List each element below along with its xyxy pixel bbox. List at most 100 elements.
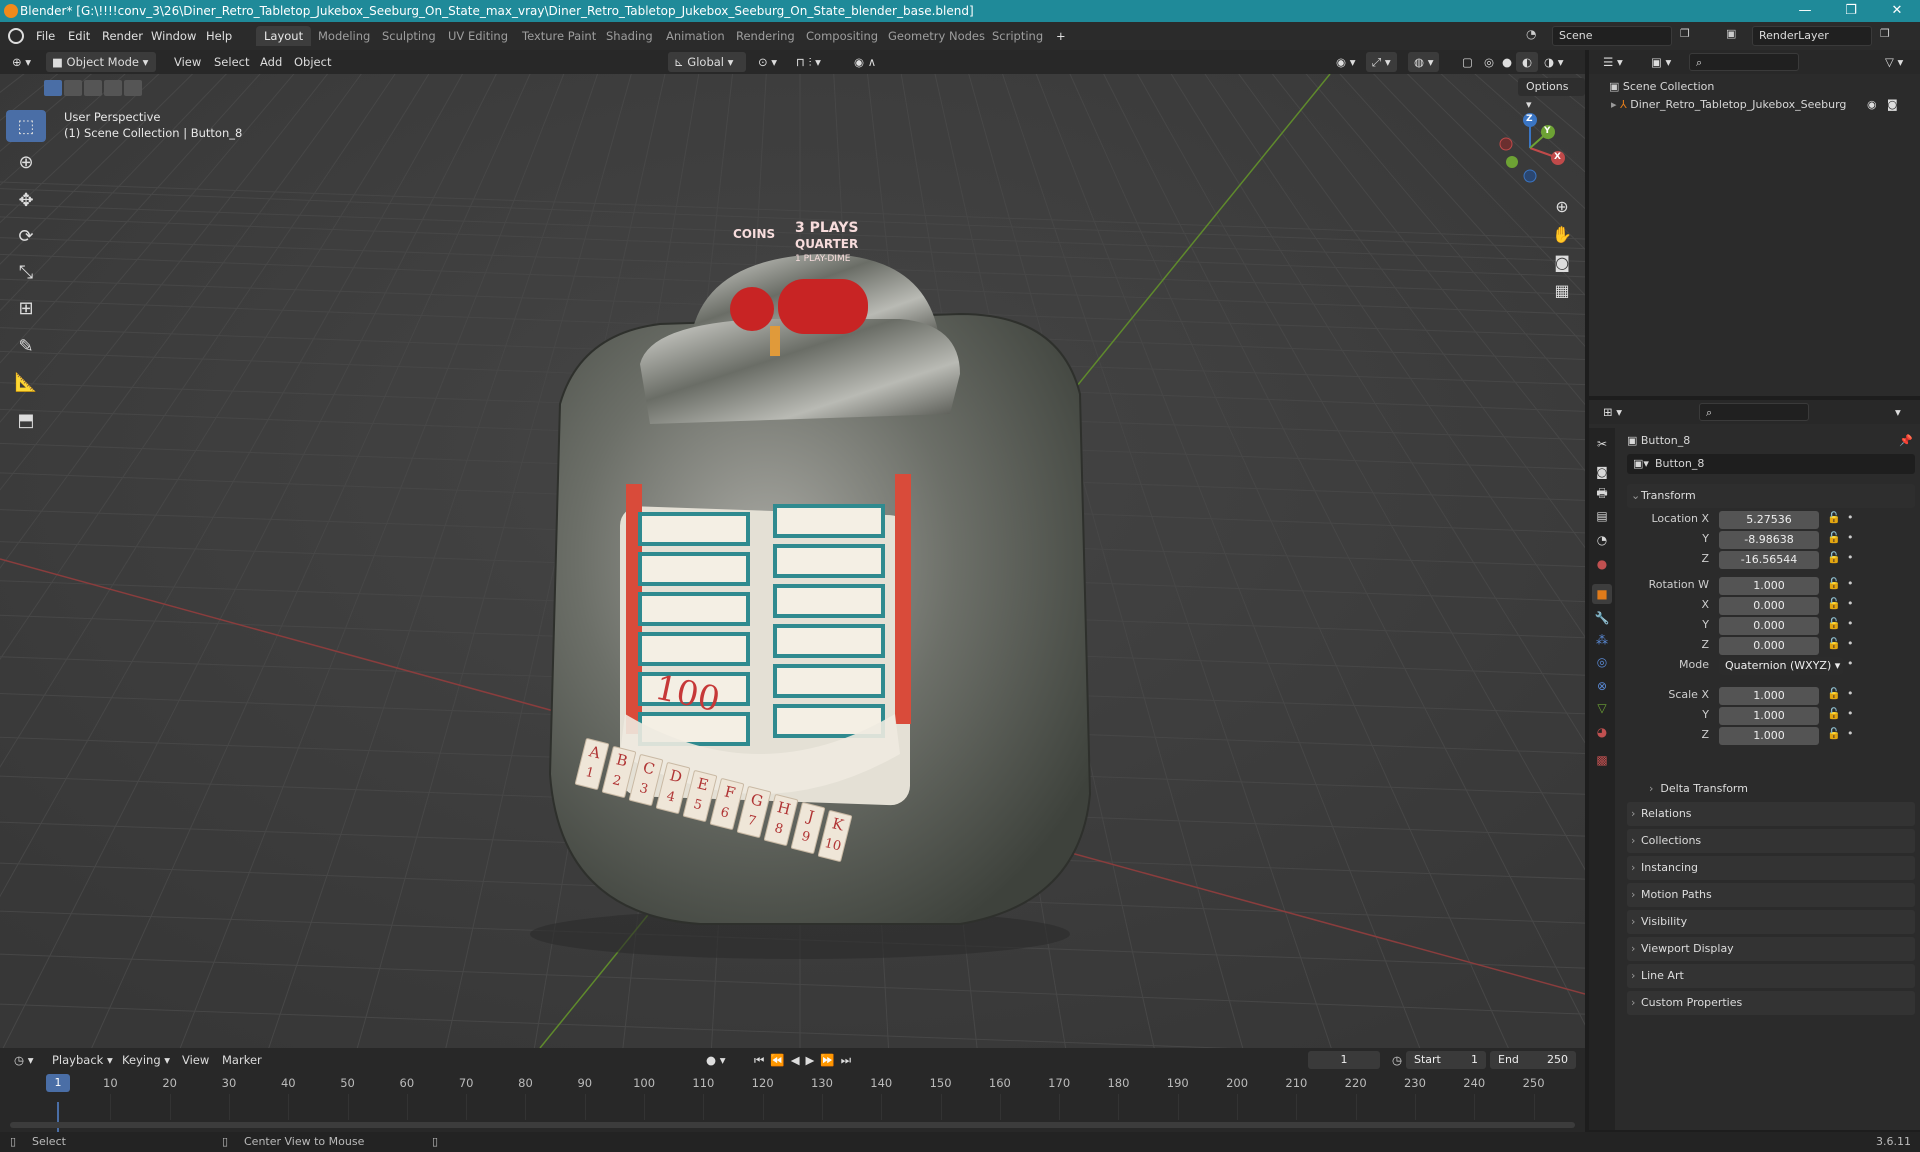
record-icon[interactable]: ● ▾: [700, 1050, 731, 1070]
timeline-track[interactable]: 10 20 30 40 50 60 70 80 90 100 110 120 130 140 150 160 1…: [0, 1072, 1585, 1132]
particles-tab-icon[interactable]: ⁂: [1592, 630, 1612, 650]
cursor-icon[interactable]: ⊕: [6, 146, 46, 178]
new-scene-icon[interactable]: ❐: [1680, 27, 1690, 40]
lock-icon[interactable]: 🔓: [1827, 551, 1841, 564]
play-icon[interactable]: ▶: [806, 1053, 821, 1067]
tab-compositing[interactable]: Compositing: [798, 26, 886, 46]
material-shading-icon[interactable]: ◐: [1516, 52, 1539, 72]
current-frame-field[interactable]: 1: [1308, 1051, 1380, 1069]
select-subtract-icon[interactable]: [84, 80, 102, 96]
move-icon[interactable]: ✥: [6, 184, 46, 216]
tab-modeling[interactable]: Modeling: [310, 26, 378, 46]
select-intersect-icon[interactable]: [124, 80, 142, 96]
tab-shading[interactable]: Shading: [598, 26, 661, 46]
scene-icon[interactable]: ◔: [1526, 27, 1548, 45]
section-relations[interactable]: › Relations: [1627, 802, 1915, 826]
timeline-editor-icon[interactable]: ◷ ▾: [8, 1050, 39, 1070]
camera-icon[interactable]: ◙: [1548, 248, 1576, 276]
rotation-y-field[interactable]: 0.000: [1719, 617, 1819, 635]
physics-tab-icon[interactable]: ◎: [1592, 652, 1612, 672]
tool-tab-icon[interactable]: ✂: [1592, 434, 1612, 454]
rendered-shading-icon[interactable]: ◑ ▾: [1538, 52, 1569, 72]
pan-hand-icon[interactable]: ✋: [1548, 220, 1576, 248]
viewport-menu-object[interactable]: Object: [288, 52, 337, 72]
pin-icon[interactable]: 📌: [1899, 434, 1913, 447]
close-button[interactable]: ✕: [1874, 0, 1920, 22]
expand-arrow-icon[interactable]: ▸: [1611, 98, 1620, 111]
data-tab-icon[interactable]: ▽: [1592, 698, 1612, 718]
section-instancing[interactable]: › Instancing: [1627, 856, 1915, 880]
snap-icon[interactable]: ⊓ ⫶ ▾: [790, 52, 827, 72]
viewport-menu-select[interactable]: Select: [208, 52, 255, 72]
section-collections[interactable]: › Collections: [1627, 829, 1915, 853]
orientation-dropdown[interactable]: ⊾ Global ▾: [668, 52, 746, 72]
next-key-icon[interactable]: ⏩: [820, 1053, 840, 1067]
keyframe-dot-icon[interactable]: •: [1847, 577, 1854, 590]
material-tab-icon[interactable]: ◕: [1592, 722, 1612, 742]
object-tab-icon[interactable]: ■: [1592, 584, 1612, 604]
scale-x-field[interactable]: 1.000: [1719, 687, 1819, 705]
lock-icon[interactable]: 🔓: [1827, 637, 1841, 650]
prev-key-icon[interactable]: ⏪: [770, 1053, 790, 1067]
object-name-field[interactable]: ▣▾ Button_8: [1627, 454, 1915, 474]
view-layer-tab-icon[interactable]: ▤: [1592, 506, 1612, 526]
outliner-editor-icon[interactable]: ☰ ▾: [1597, 52, 1629, 72]
menu-window[interactable]: Window: [145, 26, 202, 46]
menu-help[interactable]: Help: [200, 26, 238, 46]
visibility-icon[interactable]: ◉ ▾: [1330, 52, 1361, 72]
outliner-item[interactable]: ▸ ⅄ Diner_Retro_Tabletop_Jukebox_Seeburg…: [1611, 96, 1911, 114]
zoom-icon[interactable]: ⊕: [1548, 192, 1576, 220]
add-workspace-button[interactable]: +: [1050, 26, 1072, 46]
overlay-toggle-icon[interactable]: ◍ ▾: [1408, 52, 1440, 72]
select-invert-icon[interactable]: [104, 80, 122, 96]
output-tab-icon[interactable]: 🖶: [1592, 484, 1612, 504]
render-layer-selector[interactable]: RenderLayer: [1752, 26, 1872, 46]
rotation-mode-dropdown[interactable]: Quaternion (WXYZ) ▾: [1719, 657, 1843, 675]
lock-icon[interactable]: 🔓: [1827, 511, 1841, 524]
section-viewport-display[interactable]: › Viewport Display: [1627, 937, 1915, 961]
section-visibility[interactable]: › Visibility: [1627, 910, 1915, 934]
playhead-frame[interactable]: 1: [46, 1074, 70, 1092]
lock-icon[interactable]: 🔓: [1827, 531, 1841, 544]
outliner-scene-collection[interactable]: ▣ Scene Collection: [1609, 78, 1714, 96]
timeline-menu-view[interactable]: View: [176, 1050, 215, 1070]
filter-icon[interactable]: ▽ ▾: [1879, 52, 1909, 72]
keyframe-dot-icon[interactable]: •: [1847, 687, 1854, 700]
measure-icon[interactable]: 📐: [6, 366, 46, 398]
jump-end-icon[interactable]: ⏭: [841, 1053, 857, 1067]
section-line-art[interactable]: › Line Art: [1627, 964, 1915, 988]
editor-type-icon[interactable]: ⊕ ▾: [6, 52, 37, 72]
tab-scripting[interactable]: Scripting: [984, 26, 1051, 46]
lock-icon[interactable]: 🔓: [1827, 597, 1841, 610]
timeline-scrollbar[interactable]: [10, 1122, 1575, 1128]
perspective-grid-icon[interactable]: ▦: [1548, 276, 1576, 304]
tab-layout[interactable]: Layout: [256, 26, 312, 46]
keyframe-dot-icon[interactable]: •: [1847, 551, 1854, 564]
lock-icon[interactable]: 🔓: [1827, 617, 1841, 630]
section-motion-paths[interactable]: › Motion Paths: [1627, 883, 1915, 907]
tab-animation[interactable]: Animation: [658, 26, 733, 46]
new-layer-icon[interactable]: ❐: [1880, 27, 1890, 40]
tab-texture-paint[interactable]: Texture Paint: [514, 26, 604, 46]
3d-viewport[interactable]: COINS 3 PLAYS QUARTER 1 PLAY-DIME 100 A1…: [0, 74, 1585, 1048]
scene-selector[interactable]: Scene: [1552, 26, 1672, 46]
add-cube-icon[interactable]: ⬒: [6, 404, 46, 436]
minimize-button[interactable]: —: [1782, 0, 1828, 22]
jump-start-icon[interactable]: ⏮: [754, 1053, 770, 1067]
solid-shading-icon[interactable]: ●: [1496, 52, 1518, 72]
viewport-menu-add[interactable]: Add: [254, 52, 288, 72]
location-x-field[interactable]: 5.27536: [1719, 511, 1819, 529]
pivot-icon[interactable]: ⊙ ▾: [752, 52, 783, 72]
options-dropdown[interactable]: Options ▾: [1518, 78, 1585, 111]
modifier-tab-icon[interactable]: 🔧: [1592, 608, 1612, 628]
outliner-search[interactable]: ⌕: [1689, 53, 1799, 71]
location-z-field[interactable]: -16.56544: [1719, 551, 1819, 569]
location-y-field[interactable]: -8.98638: [1719, 531, 1819, 549]
render-tab-icon[interactable]: ◙: [1592, 462, 1612, 482]
transform-panel-header[interactable]: ⌄ Transform: [1627, 484, 1915, 508]
viewport-menu-view[interactable]: View: [168, 52, 207, 72]
keyframe-dot-icon[interactable]: •: [1847, 727, 1854, 740]
display-mode-icon[interactable]: ▣ ▾: [1645, 52, 1677, 72]
menu-file[interactable]: File: [30, 26, 61, 46]
stopwatch-icon[interactable]: ◷: [1386, 1050, 1408, 1070]
